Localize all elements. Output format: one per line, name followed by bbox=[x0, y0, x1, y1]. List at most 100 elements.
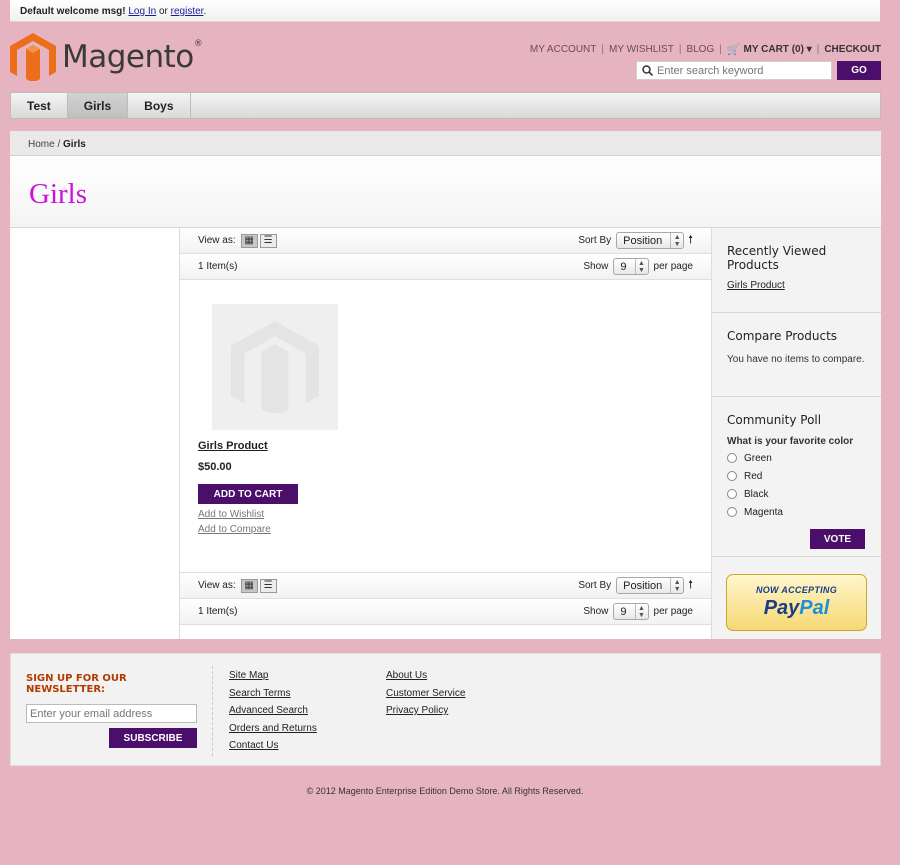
sort-by-select[interactable]: Position ▲ ▼ bbox=[616, 577, 685, 594]
checkout-link[interactable]: Checkout bbox=[824, 44, 881, 55]
select-arrow-icon: ▲ ▼ bbox=[670, 233, 683, 248]
main-content: Home / Girls Girls View as: ▦ ☰ Sort By … bbox=[10, 131, 881, 639]
magento-placeholder-icon bbox=[230, 321, 320, 413]
newsletter-email-input[interactable] bbox=[26, 704, 197, 723]
my-wishlist-link[interactable]: My Wishlist bbox=[609, 44, 674, 55]
login-link[interactable]: Log In bbox=[128, 6, 156, 17]
welcome-bar: Default welcome msg! Log In or register. bbox=[10, 0, 880, 22]
compare-block: Compare Products You have no items to co… bbox=[712, 313, 881, 397]
poll-option-magenta[interactable]: Magenta bbox=[727, 505, 865, 519]
footer: Sign up for our newsletter: SUBSCRIBE Si… bbox=[10, 653, 881, 766]
footer-link-about-us[interactable]: About Us bbox=[386, 667, 465, 685]
item-count: 1 Item(s) bbox=[198, 606, 238, 617]
subscribe-button[interactable]: SUBSCRIBE bbox=[109, 728, 197, 748]
view-as-label: View as: bbox=[198, 580, 236, 591]
newsletter-title: Sign up for our newsletter: bbox=[26, 673, 127, 695]
select-arrow-icon: ▲ ▼ bbox=[634, 604, 648, 619]
radio-button[interactable] bbox=[727, 489, 737, 499]
radio-button[interactable] bbox=[727, 471, 737, 481]
footer-links-col1: Site Map Search Terms Advanced Search Or… bbox=[229, 667, 317, 755]
magento-logo-icon bbox=[10, 33, 56, 81]
nav-item-test[interactable]: Test bbox=[11, 93, 68, 118]
toolbar-bottom-pager: 1 Item(s) Show 9 ▲ ▼ per page bbox=[180, 599, 711, 625]
recently-viewed-item[interactable]: Girls Product bbox=[727, 280, 865, 291]
product-price: $50.00 bbox=[198, 461, 232, 473]
my-account-link[interactable]: My Account bbox=[530, 44, 597, 55]
footer-links-col2: About Us Customer Service Privacy Policy bbox=[386, 667, 465, 720]
poll-question: What is your favorite color bbox=[727, 436, 854, 447]
sort-direction-icon[interactable]: 🠕 bbox=[688, 231, 693, 250]
blog-link[interactable]: Blog bbox=[686, 44, 714, 55]
footer-link-contact-us[interactable]: Contact Us bbox=[229, 737, 317, 755]
select-arrow-icon: ▲ ▼ bbox=[670, 578, 683, 593]
product-image[interactable] bbox=[212, 304, 338, 430]
poll-option-black[interactable]: Black bbox=[727, 487, 865, 501]
welcome-message: Default welcome msg! bbox=[20, 6, 126, 17]
breadcrumb-current: Girls bbox=[63, 139, 86, 150]
show-label: Show bbox=[583, 606, 609, 617]
vote-button[interactable]: VOTE bbox=[810, 529, 865, 549]
logo-text: Magento® bbox=[62, 39, 203, 75]
radio-button[interactable] bbox=[727, 507, 737, 517]
grid-view-icon[interactable]: ▦ bbox=[240, 578, 258, 593]
poll-block: Community Poll What is your favorite col… bbox=[712, 397, 881, 557]
breadcrumb-home[interactable]: Home bbox=[28, 139, 55, 150]
register-link[interactable]: register bbox=[171, 6, 204, 17]
breadcrumb: Home / Girls bbox=[10, 131, 881, 156]
recently-viewed-block: Recently Viewed Products Girls Product bbox=[712, 228, 881, 313]
list-view-icon[interactable]: ☰ bbox=[259, 233, 277, 248]
copyright-text: © 2012 Magento Enterprise Edition Demo S… bbox=[306, 786, 584, 796]
per-page-label: per page bbox=[653, 261, 693, 272]
toolbar-bottom-view: View as: ▦ ☰ Sort By Position ▲ ▼ 🠕 bbox=[180, 573, 711, 599]
footer-divider bbox=[212, 666, 213, 756]
sort-direction-icon[interactable]: 🠕 bbox=[688, 576, 693, 595]
product-name-link[interactable]: Girls Product bbox=[198, 440, 268, 452]
sort-by-select[interactable]: Position ▲ ▼ bbox=[616, 232, 685, 249]
search-icon bbox=[642, 65, 653, 76]
add-to-wishlist-link[interactable]: Add to Wishlist bbox=[198, 509, 264, 520]
products-grid: Girls Product $50.00 ADD TO CART Add to … bbox=[180, 280, 711, 573]
my-cart-link[interactable]: MY CART (0) ▾ bbox=[744, 44, 812, 55]
footer-link-search-terms[interactable]: Search Terms bbox=[229, 685, 317, 703]
poll-option-green[interactable]: Green bbox=[727, 451, 865, 465]
recently-viewed-title: Recently Viewed Products bbox=[727, 244, 827, 272]
list-view-icon[interactable]: ☰ bbox=[259, 578, 277, 593]
toolbar-top-view: View as: ▦ ☰ Sort By Position ▲ ▼ 🠕 bbox=[180, 228, 711, 254]
sort-by-label: Sort By bbox=[578, 580, 612, 591]
limit-select[interactable]: 9 ▲ ▼ bbox=[613, 603, 649, 620]
poll-title: Community Poll bbox=[727, 413, 822, 427]
toolbar-top-pager: 1 Item(s) Show 9 ▲ ▼ per page bbox=[180, 254, 711, 280]
footer-link-site-map[interactable]: Site Map bbox=[229, 667, 317, 685]
top-links: My Account | My Wishlist | Blog | 🛒 MY C… bbox=[529, 43, 881, 56]
footer-link-privacy-policy[interactable]: Privacy Policy bbox=[386, 702, 465, 720]
sort-by-label: Sort By bbox=[578, 235, 612, 246]
period-text: . bbox=[203, 6, 207, 17]
search-go-button[interactable]: GO bbox=[837, 61, 881, 80]
paypal-badge: NOW ACCEPTING PayPal bbox=[726, 574, 867, 631]
compare-title: Compare Products bbox=[727, 329, 838, 343]
footer-link-advanced-search[interactable]: Advanced Search bbox=[229, 702, 317, 720]
product-listing: View as: ▦ ☰ Sort By Position ▲ ▼ 🠕 1 Item… bbox=[180, 228, 711, 639]
title-band: Girls bbox=[10, 156, 881, 228]
footer-link-customer-service[interactable]: Customer Service bbox=[386, 685, 465, 703]
paypal-tagline: NOW ACCEPTING bbox=[755, 585, 838, 595]
search-input[interactable] bbox=[657, 64, 827, 77]
select-arrow-icon: ▲ ▼ bbox=[634, 259, 648, 274]
footer-link-orders-returns[interactable]: Orders and Returns bbox=[229, 720, 317, 738]
limit-select[interactable]: 9 ▲ ▼ bbox=[613, 258, 649, 275]
per-page-label: per page bbox=[653, 606, 693, 617]
poll-option-red[interactable]: Red bbox=[727, 469, 865, 483]
grid-view-icon[interactable]: ▦ bbox=[240, 233, 258, 248]
add-to-cart-button[interactable]: ADD TO CART bbox=[198, 484, 298, 504]
nav-item-girls[interactable]: Girls bbox=[67, 93, 129, 118]
compare-empty-text: You have no items to compare. bbox=[727, 354, 865, 365]
radio-button[interactable] bbox=[727, 453, 737, 463]
add-to-compare-link[interactable]: Add to Compare bbox=[198, 524, 271, 535]
nav-item-boys[interactable]: Boys bbox=[128, 93, 191, 118]
or-text: or bbox=[158, 6, 168, 17]
cart-icon[interactable]: 🛒 bbox=[727, 43, 741, 56]
view-as-label: View as: bbox=[198, 235, 236, 246]
logo[interactable]: Magento® bbox=[10, 30, 203, 84]
main-nav: Test Girls Boys bbox=[10, 92, 881, 119]
search-box bbox=[636, 61, 832, 80]
